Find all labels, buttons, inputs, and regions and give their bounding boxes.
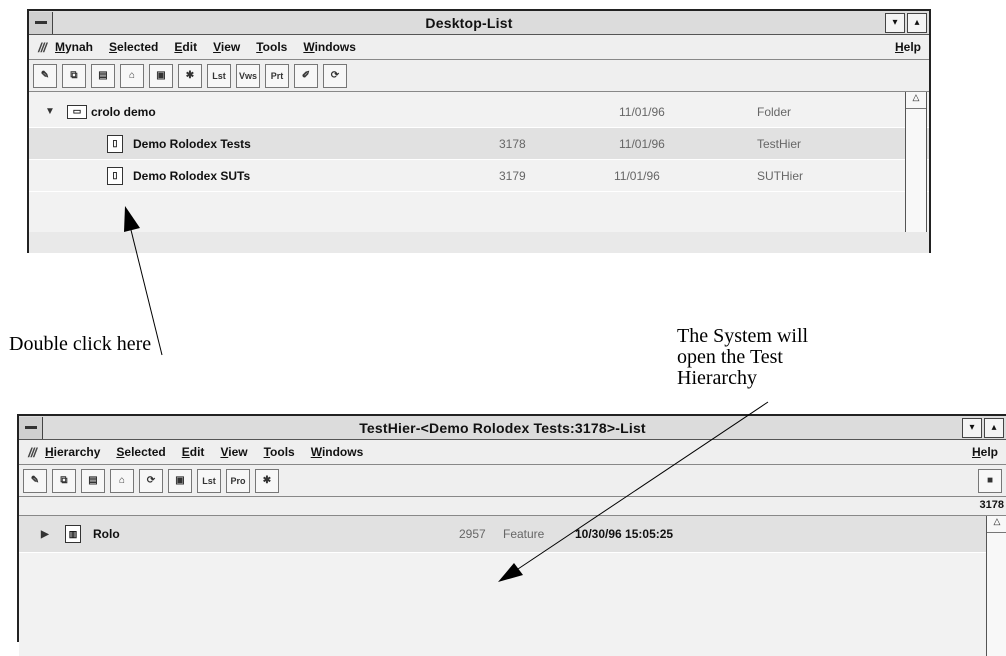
arrow-to-demo-rolodex-tests: [124, 206, 163, 356]
annotation-arrows: [124, 206, 769, 582]
arrow-to-rolo-row: [498, 401, 769, 582]
